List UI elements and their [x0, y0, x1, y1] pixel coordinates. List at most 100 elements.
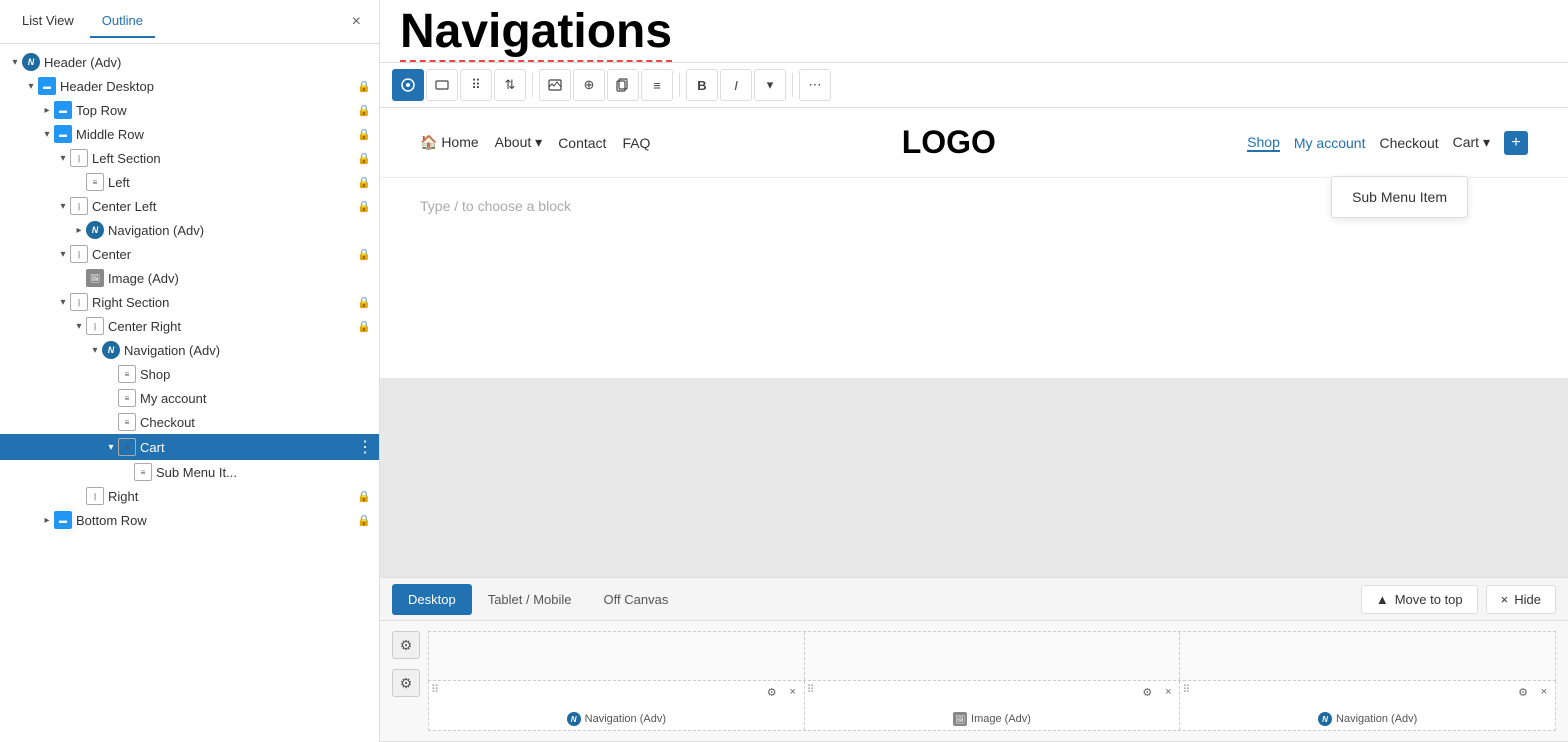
tree-toggle-arrow: ▾: [56, 201, 70, 212]
card-close-btn[interactable]: ×: [784, 683, 802, 701]
card-close-btn[interactable]: ×: [1535, 683, 1553, 701]
tree-icon-menu: ≡: [118, 438, 140, 456]
panel-tabs: List View Outline ×: [0, 0, 379, 44]
settings-btn-2[interactable]: ⚙: [392, 669, 420, 697]
section-row-1: [428, 631, 1556, 681]
drag-handle-icon[interactable]: ⠿: [807, 683, 815, 696]
section-card-toolbar-1: ⚙×: [1138, 683, 1177, 701]
tree-icon-nav: N: [86, 221, 108, 239]
lock-icon: 🔒: [357, 80, 371, 93]
drag-handle-icon[interactable]: ⠿: [431, 683, 439, 696]
card-settings-btn[interactable]: ⚙: [1138, 683, 1156, 701]
lock-icon: 🔒: [357, 296, 371, 309]
tree-icon-col: |: [70, 149, 92, 167]
tree-item-sub-menu-item[interactable]: ≡Sub Menu It...: [0, 460, 379, 484]
tree-item-center-left[interactable]: ▾|Center Left🔒: [0, 194, 379, 218]
toolbar-plus-btn[interactable]: ⊕: [573, 69, 605, 101]
tree-toggle-arrow: ▾: [88, 345, 102, 356]
tree-item-label: Cart: [140, 440, 357, 455]
toolbar-updown-btn[interactable]: ⇅: [494, 69, 526, 101]
nav-link-contact[interactable]: Contact: [558, 135, 606, 151]
card-label-text: Image (Adv): [971, 713, 1031, 725]
outline-tree: ▾NHeader (Adv)▾▬Header Desktop🔒▸▬Top Row…: [0, 44, 379, 742]
tree-item-header-adv[interactable]: ▾NHeader (Adv): [0, 50, 379, 74]
toolbar-image-btn[interactable]: [539, 69, 571, 101]
toolbar-chevron-btn[interactable]: ▾: [754, 69, 786, 101]
toolbar-grid-btn[interactable]: ⠿: [460, 69, 492, 101]
tree-item-label: Right: [108, 489, 357, 504]
tree-item-image-adv[interactable]: 🖼Image (Adv): [0, 266, 379, 290]
toolbar-italic-btn[interactable]: I: [720, 69, 752, 101]
move-to-top-label: Move to top: [1395, 592, 1463, 607]
tree-item-checkout[interactable]: ≡Checkout: [0, 410, 379, 434]
tree-item-middle-row[interactable]: ▾▬Middle Row🔒: [0, 122, 379, 146]
tree-item-center[interactable]: ▾|Center🔒: [0, 242, 379, 266]
tab-outline[interactable]: Outline: [90, 5, 155, 38]
nav-add-button[interactable]: +: [1504, 131, 1528, 155]
toolbar-copy-btn[interactable]: [607, 69, 639, 101]
toolbar-resize-btn[interactable]: [426, 69, 458, 101]
tree-item-label: My account: [140, 391, 379, 406]
section-card-0[interactable]: ⠿⚙×NNavigation (Adv): [429, 681, 805, 730]
sections-grid: ⠿⚙×NNavigation (Adv)⠿⚙×🖼Image (Adv)⠿⚙×NN…: [428, 631, 1556, 731]
tree-item-my-account[interactable]: ≡My account: [0, 386, 379, 410]
bottom-tabs-bar: Desktop Tablet / Mobile Off Canvas ▲ Mov…: [380, 577, 1568, 621]
tree-icon-menu: ≡: [118, 413, 140, 431]
toolbar-compass-btn[interactable]: [392, 69, 424, 101]
nav-link-home[interactable]: 🏠 Home: [420, 134, 479, 151]
tab-desktop[interactable]: Desktop: [392, 584, 472, 615]
tree-item-shop[interactable]: ≡Shop: [0, 362, 379, 386]
section-card-2[interactable]: ⠿ ⚙× NNavigation (Adv): [1180, 681, 1555, 730]
tree-item-left[interactable]: ≡Left🔒: [0, 170, 379, 194]
tree-item-header-desktop[interactable]: ▾▬Header Desktop🔒: [0, 74, 379, 98]
section-card-label: NNavigation (Adv): [1318, 712, 1417, 726]
card-img-icon: 🖼: [953, 712, 967, 726]
hide-button[interactable]: × Hide: [1486, 585, 1556, 614]
move-to-top-button[interactable]: ▲ Move to top: [1361, 585, 1478, 614]
card-settings-btn[interactable]: ⚙: [1514, 683, 1532, 701]
card-settings-btn[interactable]: ⚙: [763, 683, 781, 701]
toolbar-bold-btn[interactable]: B: [686, 69, 718, 101]
left-panel: List View Outline × ▾NHeader (Adv)▾▬Head…: [0, 0, 380, 742]
nav-link-faq[interactable]: FAQ: [622, 135, 650, 151]
card-label-text: Navigation (Adv): [1336, 713, 1417, 725]
tab-list-view[interactable]: List View: [10, 5, 86, 38]
tree-item-cart[interactable]: ▾≡Cart⋮: [0, 434, 379, 460]
toolbar-align-btn[interactable]: ≡: [641, 69, 673, 101]
section-card-1[interactable]: ⠿ ⚙× 🖼 Image (Adv): [805, 681, 1181, 730]
tab-tablet-mobile[interactable]: Tablet / Mobile: [472, 584, 588, 615]
tree-item-menu-dots[interactable]: ⋮: [357, 437, 373, 457]
main-area: Navigations ⠿ ⇅ ⊕: [380, 0, 1568, 742]
tree-item-label: Center: [92, 247, 357, 262]
nav-link-myaccount[interactable]: My account: [1294, 135, 1366, 151]
settings-btn-1[interactable]: ⚙: [392, 631, 420, 659]
drag-handle-icon[interactable]: ⠿: [1182, 683, 1190, 696]
lock-icon: 🔒: [357, 104, 371, 117]
preview-inner: 🏠 Home About ▾ Contact FAQ LOGO Shop My …: [380, 108, 1568, 378]
section-cell-3: [1180, 632, 1555, 680]
tree-item-bottom-row[interactable]: ▸▬Bottom Row🔒: [0, 508, 379, 532]
tree-toggle-arrow: ▾: [40, 129, 54, 140]
tree-item-nav-adv-1[interactable]: ▸NNavigation (Adv): [0, 218, 379, 242]
nav-link-about[interactable]: About ▾: [495, 134, 543, 151]
tree-item-top-row[interactable]: ▸▬Top Row🔒: [0, 98, 379, 122]
nav-preview: 🏠 Home About ▾ Contact FAQ LOGO Shop My …: [380, 108, 1568, 178]
tree-item-right-section[interactable]: ▾|Right Section🔒: [0, 290, 379, 314]
hide-label: Hide: [1514, 592, 1541, 607]
tree-item-center-right[interactable]: ▾|Center Right🔒: [0, 314, 379, 338]
toolbar-more-btn[interactable]: ⋯: [799, 69, 831, 101]
settings-column: ⚙ ⚙: [392, 631, 420, 697]
tree-item-left-section[interactable]: ▾|Left Section🔒: [0, 146, 379, 170]
editor-toolbar: ⠿ ⇅ ⊕ ≡ B I ▾ ⋯: [380, 63, 1568, 108]
lock-icon: 🔒: [357, 152, 371, 165]
tree-item-right[interactable]: |Right🔒: [0, 484, 379, 508]
tree-item-nav-adv-2[interactable]: ▾NNavigation (Adv): [0, 338, 379, 362]
nav-link-cart[interactable]: Cart ▾: [1453, 134, 1490, 151]
nav-link-shop[interactable]: Shop: [1247, 134, 1280, 152]
card-close-btn[interactable]: ×: [1159, 683, 1177, 701]
tree-item-label: Left Section: [92, 151, 357, 166]
panel-close-button[interactable]: ×: [344, 9, 369, 35]
nav-link-checkout[interactable]: Checkout: [1379, 135, 1438, 151]
tab-off-canvas[interactable]: Off Canvas: [588, 584, 685, 615]
tree-item-label: Navigation (Adv): [108, 223, 379, 238]
